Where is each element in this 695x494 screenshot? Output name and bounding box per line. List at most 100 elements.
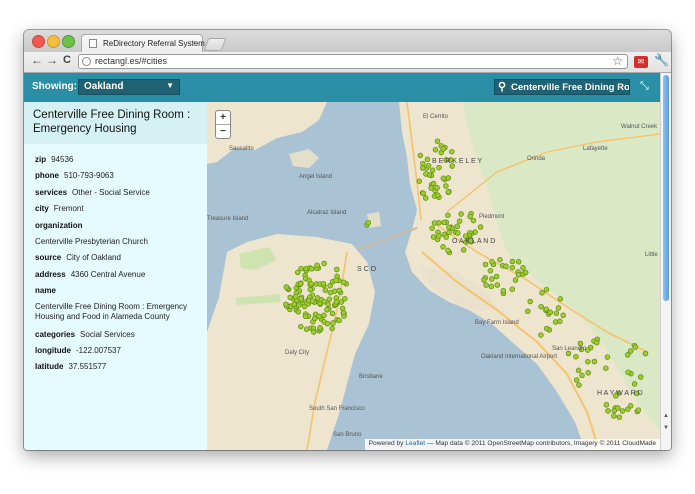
- map-marker[interactable]: [627, 403, 634, 409]
- map-marker[interactable]: [555, 305, 562, 311]
- map-marker[interactable]: [481, 277, 487, 283]
- map-marker[interactable]: [454, 223, 461, 230]
- map-marker[interactable]: [443, 183, 449, 189]
- map-marker[interactable]: [445, 212, 451, 218]
- wrench-icon[interactable]: 🔧: [654, 53, 669, 67]
- map-marker[interactable]: [460, 247, 467, 253]
- map-marker[interactable]: [287, 294, 293, 301]
- map-marker[interactable]: [324, 320, 331, 327]
- map-marker[interactable]: [294, 269, 301, 276]
- map-marker[interactable]: [326, 296, 333, 302]
- map-marker[interactable]: [325, 301, 331, 308]
- map-marker[interactable]: [509, 258, 516, 265]
- forward-icon[interactable]: →: [46, 53, 58, 67]
- address-bar[interactable]: rectangl.es/#cities ☆: [78, 54, 628, 69]
- map-marker[interactable]: [312, 315, 318, 322]
- map-marker[interactable]: [308, 281, 314, 287]
- map-marker[interactable]: [487, 267, 494, 274]
- map-marker[interactable]: [420, 190, 426, 197]
- map-marker[interactable]: [573, 377, 580, 383]
- map-marker[interactable]: [619, 408, 626, 414]
- map-marker[interactable]: [494, 282, 501, 288]
- map-marker[interactable]: [333, 277, 339, 283]
- map-marker[interactable]: [522, 269, 529, 276]
- map-marker[interactable]: [585, 370, 591, 376]
- map-marker[interactable]: [449, 148, 455, 155]
- map-marker[interactable]: [543, 286, 550, 293]
- map-marker[interactable]: [417, 152, 424, 159]
- search-input[interactable]: ⚲ Centerville Free Dining Room :: [494, 79, 630, 95]
- map-marker[interactable]: [543, 325, 550, 332]
- map-marker[interactable]: [317, 325, 323, 331]
- map-marker[interactable]: [416, 178, 423, 184]
- scroll-down-icon[interactable]: ▼: [663, 425, 669, 431]
- map-marker[interactable]: [302, 275, 309, 282]
- map-marker[interactable]: [422, 195, 429, 201]
- map-marker[interactable]: [520, 265, 526, 271]
- map-marker[interactable]: [515, 259, 522, 265]
- map-marker[interactable]: [493, 273, 500, 280]
- map-marker[interactable]: [338, 299, 345, 305]
- map-marker[interactable]: [489, 258, 495, 265]
- map-marker[interactable]: [635, 407, 642, 413]
- window-minimize-button[interactable]: [47, 35, 60, 48]
- map-marker[interactable]: [591, 358, 598, 365]
- back-icon[interactable]: ←: [31, 53, 43, 67]
- map-marker[interactable]: [624, 352, 631, 358]
- map-marker[interactable]: [483, 282, 489, 288]
- map-marker[interactable]: [575, 367, 582, 374]
- reload-icon[interactable]: C: [63, 54, 71, 66]
- map-marker[interactable]: [292, 293, 299, 300]
- map-marker[interactable]: [429, 225, 435, 231]
- map-marker[interactable]: [445, 247, 451, 254]
- map-marker[interactable]: [434, 185, 440, 191]
- map-marker[interactable]: [436, 164, 442, 171]
- map-marker[interactable]: [500, 287, 507, 294]
- map-marker[interactable]: [428, 185, 434, 191]
- page-scrollbar[interactable]: ▲ ▼: [660, 73, 671, 450]
- map-marker[interactable]: [631, 381, 638, 387]
- map-marker[interactable]: [509, 264, 516, 271]
- map-marker[interactable]: [336, 287, 342, 294]
- scrollbar-thumb[interactable]: [663, 75, 669, 301]
- map-marker[interactable]: [434, 138, 441, 144]
- extension-icon[interactable]: ✉: [634, 56, 648, 68]
- map-marker[interactable]: [424, 156, 431, 163]
- map-marker[interactable]: [470, 217, 477, 224]
- zoom-out-button[interactable]: −: [216, 125, 230, 138]
- map-marker[interactable]: [295, 309, 302, 315]
- map-marker[interactable]: [482, 261, 489, 268]
- map-marker[interactable]: [553, 310, 560, 316]
- map-marker[interactable]: [334, 266, 340, 273]
- map-marker[interactable]: [320, 280, 327, 287]
- map-marker[interactable]: [527, 298, 533, 305]
- city-select[interactable]: Oakland ▼: [78, 79, 180, 95]
- map-marker[interactable]: [632, 344, 639, 350]
- map-marker[interactable]: [440, 146, 446, 152]
- window-maximize-button[interactable]: [62, 35, 75, 48]
- map-marker[interactable]: [454, 230, 461, 236]
- map-marker[interactable]: [298, 323, 304, 330]
- map-marker[interactable]: [425, 162, 432, 169]
- map-marker[interactable]: [419, 165, 426, 171]
- map-marker[interactable]: [576, 382, 582, 388]
- map-marker[interactable]: [291, 301, 297, 308]
- map-marker[interactable]: [331, 288, 338, 295]
- bookmark-star-icon[interactable]: ☆: [612, 54, 623, 68]
- map-marker[interactable]: [560, 312, 566, 319]
- map-marker[interactable]: [509, 286, 516, 292]
- map-marker[interactable]: [637, 374, 644, 380]
- map-marker[interactable]: [543, 306, 550, 312]
- map-marker[interactable]: [458, 211, 464, 217]
- window-close-button[interactable]: [32, 35, 45, 48]
- new-tab-button[interactable]: [203, 38, 227, 51]
- map-marker[interactable]: [303, 326, 310, 332]
- map-marker[interactable]: [488, 283, 495, 290]
- map-marker[interactable]: [314, 262, 320, 268]
- map-marker[interactable]: [585, 358, 591, 365]
- map-marker[interactable]: [429, 167, 436, 173]
- map-marker[interactable]: [611, 413, 617, 419]
- map-marker[interactable]: [497, 256, 503, 263]
- map-marker[interactable]: [322, 287, 329, 293]
- map-marker[interactable]: [573, 353, 579, 360]
